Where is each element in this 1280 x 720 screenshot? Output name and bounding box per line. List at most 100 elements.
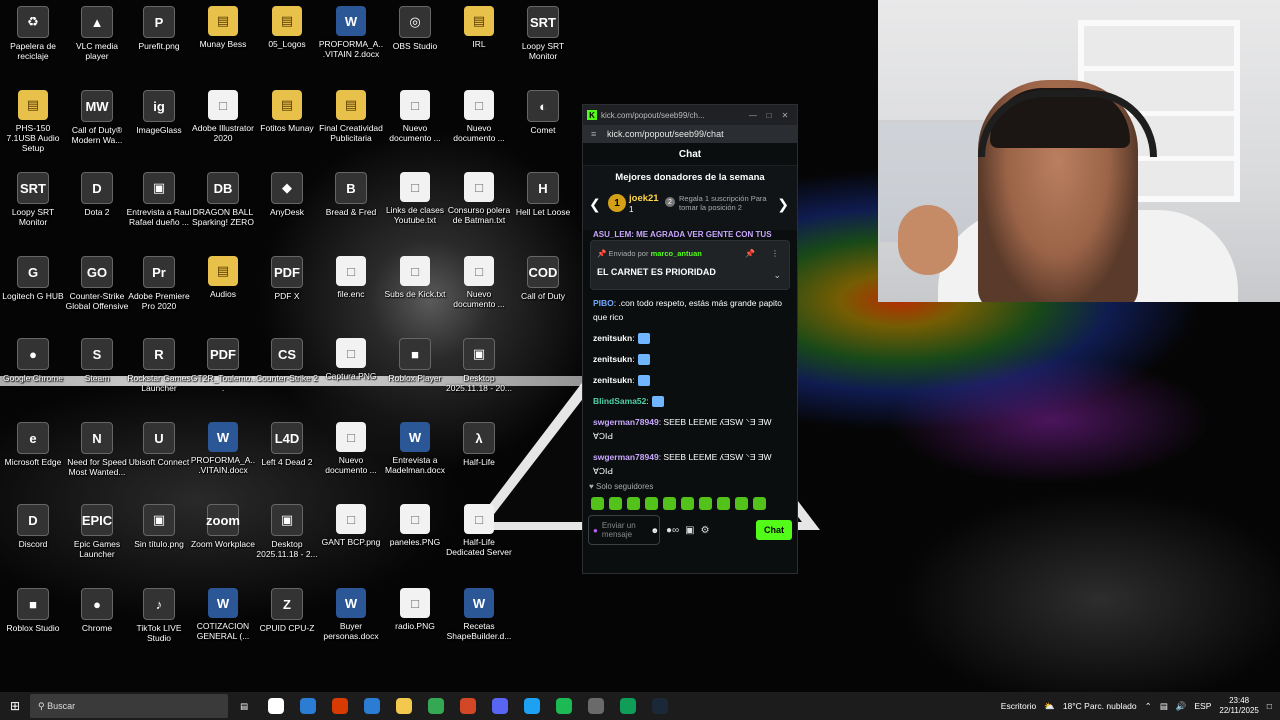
taskbar-app-icon[interactable] bbox=[548, 694, 580, 718]
kick-chat-popout-window[interactable]: K kick.com/popout/seeb99/ch... — □ ✕ ≡ k… bbox=[582, 104, 798, 574]
taskbar-search[interactable]: ⚲ Buscar bbox=[30, 694, 228, 718]
desktop-icon[interactable]: ▣ Desktop 2025.11.18 - 2... bbox=[254, 504, 320, 559]
taskbar-app-icon[interactable] bbox=[324, 694, 356, 718]
desktop-icon[interactable]: ● Google Chrome bbox=[0, 338, 66, 383]
chat-message[interactable]: swgerman78949: SEEB LEEME ʎƎSW ⸌Ǝ ƎW ∀ƆI… bbox=[593, 415, 785, 443]
language-label[interactable]: ESP bbox=[1194, 701, 1211, 711]
desktop-icon[interactable]: ♻ Papelera de reciclaje bbox=[0, 6, 66, 61]
desktop-icon[interactable]: ▤ 05_Logos bbox=[254, 6, 320, 49]
desktop-icon[interactable]: ◐ Comet bbox=[510, 90, 576, 135]
desktop-icon[interactable]: W COTIZACION GENERAL (... bbox=[190, 588, 256, 641]
desktop-icon[interactable]: □ Captura.PNG bbox=[318, 338, 384, 381]
chat-username[interactable]: zenitsukn bbox=[593, 333, 632, 343]
desktop-icon[interactable]: CS Counter-Strike 2 bbox=[254, 338, 320, 383]
desktop-icon[interactable]: ● Chrome bbox=[64, 588, 130, 633]
chat-username[interactable]: zenitsukn bbox=[593, 375, 632, 385]
desktop-icon[interactable]: W PROFORMA_A...VITAIN 2.docx bbox=[318, 6, 384, 59]
desktop-icon[interactable]: ◎ OBS Studio bbox=[382, 6, 448, 51]
task-view-icon[interactable]: ▤ bbox=[228, 694, 260, 718]
taskbar-app-icon[interactable] bbox=[452, 694, 484, 718]
desktop-icon[interactable]: ■ Roblox Player bbox=[382, 338, 448, 383]
emote-icon[interactable] bbox=[717, 496, 730, 510]
desktop-icon[interactable]: □ radio.PNG bbox=[382, 588, 448, 631]
desktop-icon[interactable]: DB DRAGON BALL Sparking! ZERO bbox=[190, 172, 256, 227]
desktop-icon[interactable]: Z CPUID CPU-Z bbox=[254, 588, 320, 633]
desktop-icon[interactable]: □ Nuevo documento ... bbox=[318, 422, 384, 475]
desktop-icon[interactable]: ▤ IRL bbox=[446, 6, 512, 49]
emote-icon[interactable] bbox=[681, 496, 694, 510]
desktop-icon[interactable]: U Ubisoft Connect bbox=[126, 422, 192, 467]
desktop-icon[interactable]: W Buyer personas.docx bbox=[318, 588, 384, 641]
chat-message[interactable]: zenitsukn: bbox=[593, 373, 785, 387]
desktop-icon[interactable]: □ Half-Life Dedicated Server bbox=[446, 504, 512, 557]
desktop-icon[interactable]: H Hell Let Loose bbox=[510, 172, 576, 217]
maximize-icon[interactable]: □ bbox=[761, 111, 777, 120]
site-settings-icon[interactable]: ≡ bbox=[591, 129, 601, 139]
more-options-icon[interactable]: ⋮ bbox=[771, 247, 779, 261]
chat-username[interactable]: swgerman78949 bbox=[593, 452, 659, 462]
chevron-left-icon[interactable]: ❮ bbox=[589, 196, 601, 213]
desktop-icon[interactable]: ig ImageGlass bbox=[126, 90, 192, 135]
desktop-icon[interactable]: □ Adobe Illustrator 2020 bbox=[190, 90, 256, 143]
users-icon[interactable]: ●∞ bbox=[666, 525, 679, 536]
taskbar-app-icon[interactable] bbox=[292, 694, 324, 718]
desktop-icon[interactable]: PDF GT2R_Toulemo... bbox=[190, 338, 256, 393]
settings-gear-icon[interactable]: ⚙ bbox=[701, 525, 710, 536]
taskbar-app-icon[interactable] bbox=[420, 694, 452, 718]
emote-icon[interactable] bbox=[663, 496, 676, 510]
desktop-icon[interactable]: D Dota 2 bbox=[64, 172, 130, 217]
windows-start-icon[interactable]: ⊞ bbox=[0, 699, 30, 713]
chat-messages[interactable]: ASU_LEM: ME AGRADA VER GENTE CON TUS 📌 E… bbox=[583, 230, 797, 480]
taskbar-app-icon[interactable] bbox=[516, 694, 548, 718]
desktop-icon[interactable]: P Purefit.png bbox=[126, 6, 192, 51]
gift-sub-prompt[interactable]: Regala 1 suscripción Para tomar la posic… bbox=[679, 194, 783, 212]
taskbar-app-icon[interactable] bbox=[356, 694, 388, 718]
desktop-icon[interactable]: EPIC Epic Games Launcher bbox=[64, 504, 130, 559]
desktop-icon[interactable]: PDF PDF X bbox=[254, 256, 320, 301]
emote-icon[interactable] bbox=[735, 496, 748, 510]
desktop-icon[interactable]: □ Subs de Kick.txt bbox=[382, 256, 448, 299]
desktop-label[interactable]: Escritorio bbox=[1001, 701, 1036, 711]
chat-message[interactable]: swgerman78949: SEEB LEEME ʎƎSW ⸌Ǝ ƎW ∀ƆI… bbox=[593, 450, 785, 478]
desktop-icon[interactable]: ♪ TikTok LIVE Studio bbox=[126, 588, 192, 643]
network-icon[interactable]: ▤ bbox=[1160, 701, 1168, 712]
chat-message[interactable]: zenitsukn: bbox=[593, 352, 785, 366]
emote-icon[interactable] bbox=[609, 496, 622, 510]
taskbar-app-icon[interactable] bbox=[644, 694, 676, 718]
close-icon[interactable]: ✕ bbox=[777, 111, 793, 120]
desktop-icon[interactable]: ▤ Final Creatividad Publicitaria bbox=[318, 90, 384, 143]
taskbar-app-icon[interactable] bbox=[612, 694, 644, 718]
desktop-icon[interactable]: e Microsoft Edge bbox=[0, 422, 66, 467]
desktop-icon[interactable]: ▤ Fotitos Munay bbox=[254, 90, 320, 133]
chat-username[interactable]: BlindSama52 bbox=[593, 396, 646, 406]
desktop-icon[interactable]: λ Half-Life bbox=[446, 422, 512, 467]
chat-username[interactable]: swgerman78949 bbox=[593, 417, 659, 427]
emoji-icon[interactable]: ☻ bbox=[651, 526, 659, 535]
desktop-icon[interactable]: ▤ Munay Bess bbox=[190, 6, 256, 49]
desktop-icon[interactable]: G Logitech G HUB bbox=[0, 256, 66, 301]
desktop-icon[interactable]: ▣ Entrevista a Raul Rafael dueño ... bbox=[126, 172, 192, 227]
emote-icon[interactable] bbox=[591, 496, 604, 510]
weather-text[interactable]: 18°C Parc. nublado bbox=[1063, 701, 1137, 711]
desktop-icon[interactable]: □ GANT BCP.png bbox=[318, 504, 384, 547]
desktop-icon[interactable]: SRT Loopy SRT Monitor bbox=[0, 172, 66, 227]
pinned-message[interactable]: 📌 Enviado por marco_antuan 📌 ⋮ EL CARNET… bbox=[590, 240, 790, 290]
chat-message[interactable]: BlindSama52: bbox=[593, 394, 785, 408]
microphone-icon[interactable]: ● bbox=[593, 526, 598, 535]
desktop-icon[interactable]: □ Nuevo documento ... bbox=[446, 90, 512, 143]
chat-input[interactable]: ● Enviar un mensaje ☻ bbox=[588, 515, 660, 545]
chat-message[interactable]: PIBO: .con todo respeto, estás más grand… bbox=[593, 296, 785, 324]
desktop-icon[interactable]: ▲ VLC media player bbox=[64, 6, 130, 61]
chevron-up-icon[interactable]: ⌃ bbox=[1145, 701, 1152, 712]
desktop-icon[interactable]: W Recetas ShapeBuilder.d... bbox=[446, 588, 512, 641]
taskbar-app-icon[interactable] bbox=[260, 694, 292, 718]
desktop-icon[interactable]: □ file.enc bbox=[318, 256, 384, 299]
desktop-icon[interactable]: ▤ Audios bbox=[190, 256, 256, 299]
desktop-icon[interactable]: SRT Loopy SRT Monitor bbox=[510, 6, 576, 61]
desktop-icon[interactable]: ■ Roblox Studio bbox=[0, 588, 66, 633]
desktop-icon[interactable]: W PROFORMA_A...VITAIN.docx bbox=[190, 422, 256, 475]
desktop-icon[interactable]: R Rockstar Games Launcher bbox=[126, 338, 192, 393]
window-title-bar[interactable]: K kick.com/popout/seeb99/ch... — □ ✕ bbox=[583, 105, 797, 125]
send-chat-button[interactable]: Chat bbox=[756, 520, 792, 540]
volume-icon[interactable]: 🔊 bbox=[1176, 701, 1187, 712]
